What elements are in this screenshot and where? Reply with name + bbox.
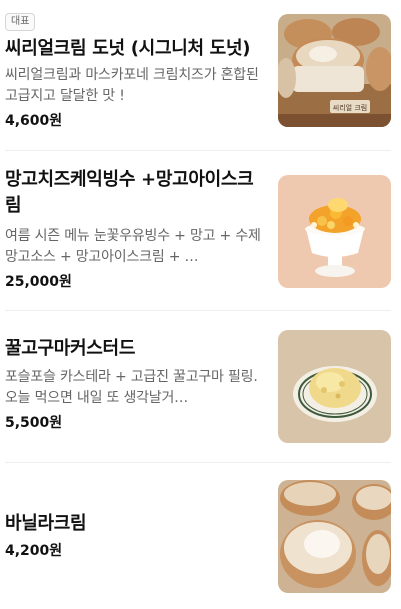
menu-item-price: 4,200원 — [5, 543, 63, 559]
menu-item-description: 여름 시즌 메뉴 눈꽃우유빙수 + 망고 + 수제망고소스 + 망고아이스크림 … — [5, 228, 261, 265]
menu-item-description: 포슬포슬 카스테라 + 고급진 꿀고구마 필링. 오늘 먹으면 내일 또 생각날… — [5, 369, 258, 406]
custard-photo-illustration — [278, 330, 391, 443]
menu-item-name: 바닐라크림 — [5, 513, 87, 534]
menu-item-name: 꿀고구마커스터드 — [5, 338, 136, 359]
menu-item-photo[interactable] — [278, 480, 391, 593]
menu-item-price: 25,000원 — [5, 274, 72, 290]
menu-item-vanilla-cream[interactable]: 바닐라크림 4,200원 — [0, 463, 401, 609]
menu-item-mango-bingsu[interactable]: 망고치즈케익빙수 +망고아이스크림 여름 시즌 메뉴 눈꽃우유빙수 + 망고 +… — [0, 151, 401, 308]
menu-item-cereal-cream-donut[interactable]: 대표 씨리얼크림 도넛 (시그니처 도넛) 씨리얼크림과 마스카포네 크림치즈가… — [0, 0, 401, 150]
signature-badge: 대표 — [5, 13, 36, 31]
menu-item-name: 망고치즈케익빙수 +망고아이스크림 — [5, 169, 254, 216]
menu-item-photo[interactable] — [278, 175, 391, 288]
menu-item-photo[interactable]: 씨리얼 크림 — [278, 14, 391, 127]
menu-item-honey-sweet-potato-custard[interactable]: 꿀고구마커스터드 포슬포슬 카스테라 + 고급진 꿀고구마 필링. 오늘 먹으면… — [0, 311, 401, 461]
menu-item-name: 씨리얼크림 도넛 (시그니처 도넛) — [5, 38, 251, 59]
vanilla-donut-photo-illustration — [278, 480, 391, 593]
menu-item-description: 씨리얼크림과 마스카포네 크림치즈가 혼합된 고급지고 달달한 맛 ! — [5, 67, 259, 104]
menu-item-price: 5,500원 — [5, 415, 63, 431]
bingsu-photo-illustration — [278, 175, 391, 288]
menu-item-photo[interactable] — [278, 330, 391, 443]
photo-sign-text: 씨리얼 크림 — [333, 103, 367, 112]
donut-photo-illustration: 씨리얼 크림 — [278, 14, 391, 127]
menu-item-price: 4,600원 — [5, 113, 63, 129]
